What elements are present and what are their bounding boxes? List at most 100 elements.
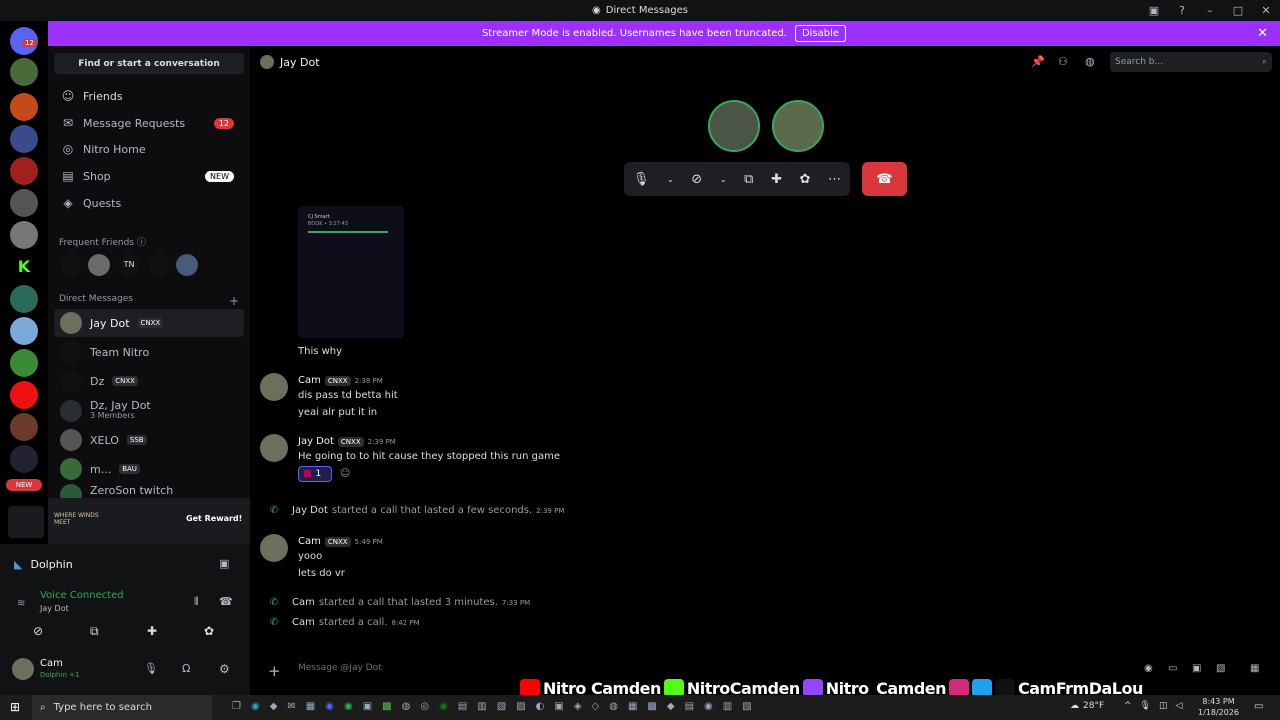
- activities-icon[interactable]: ✚: [771, 172, 782, 187]
- server-icon[interactable]: [10, 157, 38, 185]
- disable-button[interactable]: Disable: [794, 25, 847, 42]
- app-icon[interactable]: ▧: [497, 701, 506, 712]
- attach-icon[interactable]: +: [268, 662, 281, 680]
- add-dm-icon[interactable]: +: [229, 294, 239, 308]
- app-icon[interactable]: ▣: [363, 701, 372, 712]
- server-icon[interactable]: [10, 381, 38, 409]
- camera-off-icon[interactable]: ⊘: [691, 172, 702, 187]
- sticker-icon[interactable]: ▣: [1192, 663, 1201, 674]
- nav-shop[interactable]: ▤ Shop NEW: [54, 164, 244, 188]
- volume-icon[interactable]: ◁: [1176, 701, 1183, 711]
- chevron-down-icon[interactable]: ⌄: [720, 175, 727, 184]
- dm-item[interactable]: Dz, Jay Dot 3 Members: [54, 397, 244, 425]
- image-attachment[interactable]: CJ Smart BOOK • 3:27:43: [298, 206, 404, 338]
- server-icon[interactable]: [10, 285, 38, 313]
- server-icon[interactable]: [10, 125, 38, 153]
- author-name[interactable]: Jay Dot: [298, 436, 334, 447]
- avatar[interactable]: [12, 658, 34, 680]
- headphones-icon[interactable]: Ω: [182, 662, 190, 675]
- share-screen-icon[interactable]: ⧉: [90, 624, 99, 639]
- windows-start-icon[interactable]: ⊞: [10, 700, 20, 714]
- friend-avatar[interactable]: TN: [118, 254, 140, 276]
- app-icon[interactable]: ▨: [516, 701, 525, 712]
- disconnect-icon[interactable]: ☎: [219, 595, 233, 608]
- notifications-icon[interactable]: ▭: [1254, 701, 1263, 712]
- chrome-icon[interactable]: ◎: [420, 701, 429, 712]
- app-icon[interactable]: ▦: [628, 701, 637, 712]
- activities-icon[interactable]: ✚: [147, 624, 157, 638]
- app-icon[interactable]: ▤: [685, 701, 694, 712]
- dm-item[interactable]: Jay Dot CNXX: [54, 309, 244, 337]
- taskbar-search[interactable]: ⌕ Type here to search: [32, 695, 212, 720]
- nav-message-requests[interactable]: ✉ Message Requests 12: [54, 111, 244, 135]
- task-view-icon[interactable]: ❐: [232, 701, 241, 712]
- microphone-icon[interactable]: 🎙: [633, 172, 650, 187]
- close-icon[interactable]: ✕: [1257, 26, 1268, 41]
- app-icon[interactable]: ◍: [609, 701, 618, 712]
- maximize-button[interactable]: □: [1224, 4, 1252, 17]
- screen-icon[interactable]: ▣: [219, 557, 229, 570]
- hangup-button[interactable]: ☎: [862, 162, 907, 196]
- avatar[interactable]: [260, 373, 288, 401]
- nav-nitro-home[interactable]: ◎ Nitro Home: [54, 137, 244, 161]
- mic-icon[interactable]: 🎙: [1140, 701, 1151, 711]
- steam-icon[interactable]: ◐: [536, 701, 545, 712]
- voice-channel[interactable]: Jay Dot: [40, 604, 69, 613]
- apps-icon[interactable]: ▦: [1250, 663, 1259, 674]
- help-icon[interactable]: ?: [1168, 4, 1196, 17]
- profile-icon[interactable]: ◍: [1085, 55, 1095, 68]
- server-icon[interactable]: [10, 221, 38, 249]
- get-reward-button[interactable]: Get Reward!: [186, 514, 242, 523]
- app-icon[interactable]: ▧: [742, 701, 751, 712]
- camera-off-icon[interactable]: ⊘: [33, 624, 43, 638]
- gift-icon[interactable]: ◉: [1144, 663, 1153, 674]
- app-icon[interactable]: ◍: [402, 701, 411, 712]
- dm-item[interactable]: XELO SSB: [54, 426, 244, 454]
- app-icon[interactable]: ▥: [723, 701, 732, 712]
- dm-item[interactable]: Dz CNXX: [54, 367, 244, 395]
- gif-icon[interactable]: ▭: [1168, 663, 1177, 674]
- friend-avatar[interactable]: [148, 254, 170, 276]
- app-icon[interactable]: ▤: [458, 701, 467, 712]
- soundboard-icon[interactable]: ✿: [204, 624, 214, 638]
- dm-item[interactable]: ZeroSon twitch: [54, 484, 244, 498]
- app-icon[interactable]: ▥: [477, 701, 486, 712]
- friend-avatar[interactable]: [60, 254, 82, 276]
- chevron-down-icon[interactable]: ⌄: [667, 175, 674, 184]
- server-icon[interactable]: [10, 58, 38, 86]
- dm-item[interactable]: m... BAU: [54, 455, 244, 483]
- participant-avatar[interactable]: [708, 100, 760, 152]
- copilot-icon[interactable]: ◆: [270, 701, 278, 712]
- gear-icon[interactable]: ⚙: [219, 662, 230, 676]
- message-input[interactable]: Message @Jay Dot: [298, 663, 998, 673]
- add-friends-icon[interactable]: ⚇: [1058, 55, 1068, 68]
- find-conversation-button[interactable]: Find or start a conversation: [54, 53, 244, 74]
- inbox-icon[interactable]: ▣: [1140, 4, 1168, 17]
- chevron-up-icon[interactable]: ^: [1124, 701, 1132, 711]
- xbox-icon[interactable]: ◉: [439, 701, 448, 712]
- username[interactable]: Cam: [40, 658, 63, 669]
- server-icon[interactable]: [10, 317, 38, 345]
- share-screen-icon[interactable]: ⧉: [744, 172, 753, 187]
- add-reaction-icon[interactable]: ☺: [340, 468, 350, 479]
- soundboard-icon[interactable]: ✿: [800, 172, 811, 187]
- server-icon[interactable]: [10, 445, 38, 473]
- avatar[interactable]: [260, 534, 288, 562]
- edge-icon[interactable]: ◉: [251, 701, 260, 712]
- weather[interactable]: ☁ 28°F: [1070, 701, 1104, 711]
- recipient-name[interactable]: Jay Dot: [280, 56, 320, 69]
- author-name[interactable]: Cam: [292, 597, 315, 608]
- server-row[interactable]: ◣ Dolphin: [14, 558, 73, 571]
- author-name[interactable]: Jay Dot: [292, 505, 328, 516]
- reaction[interactable]: ▩ 1: [298, 466, 332, 482]
- pin-icon[interactable]: 📌: [1031, 55, 1045, 68]
- app-icon[interactable]: ◉: [704, 701, 713, 712]
- server-icon[interactable]: [10, 349, 38, 377]
- app-icon[interactable]: ◆: [667, 701, 675, 712]
- author-name[interactable]: Cam: [298, 375, 321, 386]
- app-icon[interactable]: ▣: [554, 701, 563, 712]
- avatar[interactable]: [260, 434, 288, 462]
- minimize-button[interactable]: –: [1196, 4, 1224, 17]
- noise-suppression-icon[interactable]: ⫴: [194, 595, 199, 609]
- microphone-icon[interactable]: 🎙: [144, 662, 158, 675]
